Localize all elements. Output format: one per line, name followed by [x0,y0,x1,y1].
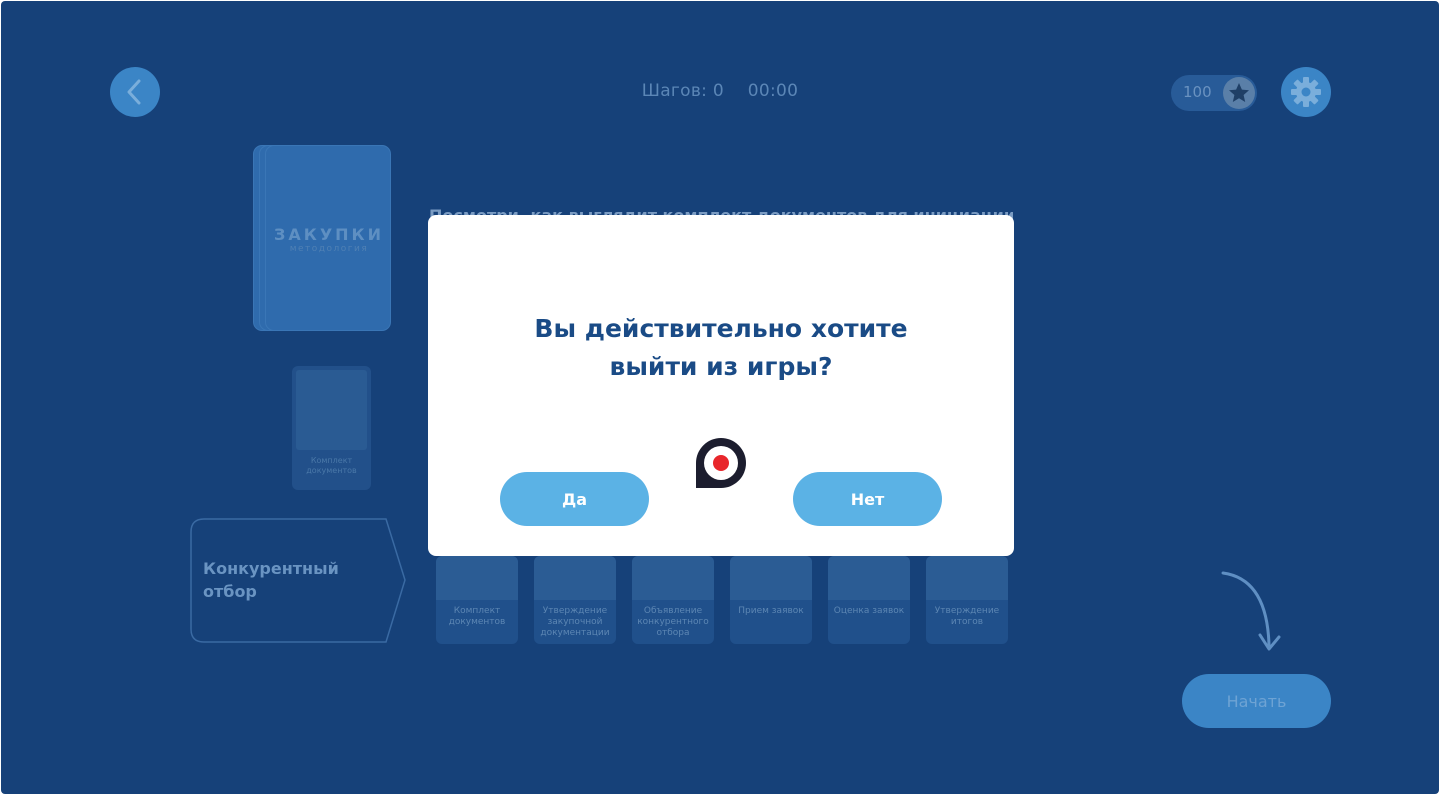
score-value: 100 [1183,83,1212,101]
stage-label: Конкурентный отбор [203,557,339,603]
gear-icon [1291,77,1321,107]
card-caption: Комплект документов [306,456,357,475]
dialog-title-line: Вы действительно хотите [534,314,908,343]
steps-counter: Шагов: 0 [641,81,725,101]
no-button[interactable]: Нет [793,472,942,526]
card-caption: Оценка заявок [833,606,905,616]
card-illustration [730,556,812,600]
stage-label-line: Конкурентный [203,559,339,578]
card-illustration [632,556,714,600]
deck-subtitle: методология [289,244,369,254]
methodology-deck[interactable]: ЗАКУПКИ методология [253,145,391,331]
exit-confirm-dialog: Вы действительно хотите выйти из игры? Д… [428,215,1014,556]
card-illustration [926,556,1008,600]
card-caption: Утверждение закупочной документации [540,606,610,638]
record-indicator-icon [696,438,746,488]
dialog-title: Вы действительно хотите выйти из игры? [428,310,1014,386]
star-icon [1223,77,1255,109]
stage-card[interactable]: Комплект документов [436,556,518,644]
stage-label-line: отбор [203,582,257,601]
card-caption: Объявление конкурентного отбора [637,606,709,638]
card-illustration [436,556,518,600]
card-illustration [296,370,367,450]
settings-button[interactable] [1281,67,1331,117]
score-badge: 100 [1171,75,1257,111]
curved-arrow-icon [1221,571,1281,651]
yes-button[interactable]: Да [500,472,649,526]
timer: 00:00 [747,81,799,101]
stage-card[interactable]: Прием заявок [730,556,812,644]
stage-card[interactable]: Оценка заявок [828,556,910,644]
stage-card[interactable]: Объявление конкурентного отбора [632,556,714,644]
card-caption: Комплект документов [448,606,506,627]
card-caption: Прием заявок [738,606,804,616]
stage-card[interactable]: Утверждение закупочной документации [534,556,616,644]
stage-card[interactable]: Утверждение итогов [926,556,1008,644]
start-button[interactable]: Начать [1182,674,1331,728]
deck-title: ЗАКУПКИ [273,225,385,244]
dialog-title-line: выйти из игры? [609,352,833,381]
card-illustration [534,556,616,600]
game-screen: Шагов: 0 00:00 100 ЗАКУПКИ методология К… [1,1,1439,794]
card-caption: Утверждение итогов [934,606,1000,627]
document-card[interactable]: Комплект документов [292,366,371,490]
card-illustration [828,556,910,600]
